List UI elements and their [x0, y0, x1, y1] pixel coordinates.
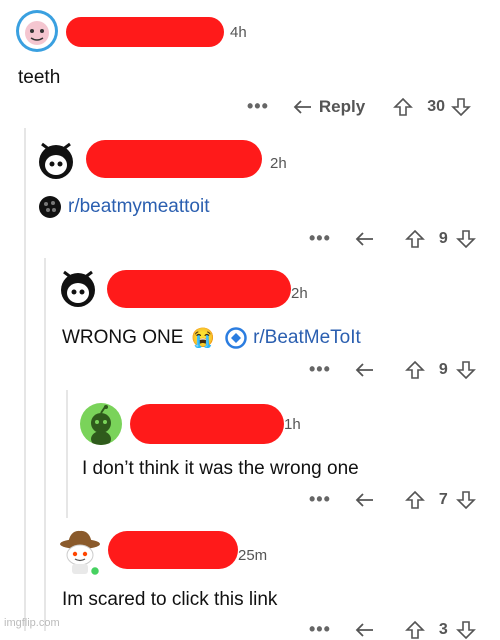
subreddit-icon	[225, 327, 247, 349]
comment-actions: ••• 7	[309, 489, 476, 510]
reply-button[interactable]: Reply	[293, 97, 365, 117]
reply-icon[interactable]	[355, 492, 375, 508]
comment-text: WRONG ONE	[62, 327, 184, 348]
downvote-icon[interactable]	[455, 229, 476, 249]
vote-count: 9	[438, 360, 448, 378]
crying-emoji: 😭	[191, 328, 216, 349]
comment-text: teeth	[18, 67, 61, 88]
downvote-icon[interactable]	[455, 490, 476, 510]
avatar[interactable]	[80, 403, 122, 445]
watermark: imgflip.com	[4, 617, 60, 629]
downvote-icon[interactable]	[455, 360, 476, 380]
more-options-icon[interactable]: •••	[247, 96, 269, 117]
upvote-icon[interactable]	[404, 490, 425, 510]
upvote-icon[interactable]	[404, 229, 425, 249]
timestamp: 4h	[230, 24, 247, 41]
more-options-icon[interactable]: •••	[309, 619, 331, 640]
avatar[interactable]	[58, 528, 102, 576]
redacted-username	[130, 404, 284, 444]
redacted-username	[108, 531, 238, 569]
reply-icon[interactable]	[355, 622, 375, 638]
reply-label: Reply	[318, 96, 366, 116]
redacted-username	[66, 17, 224, 47]
avatar[interactable]	[58, 266, 98, 310]
comment-actions: ••• 9	[309, 228, 476, 249]
more-options-icon[interactable]: •••	[309, 228, 331, 249]
thread-line	[44, 258, 46, 631]
subreddit-link-text: r/BeatMeToIt	[253, 327, 361, 348]
upvote-icon[interactable]	[404, 620, 425, 640]
comment-actions: ••• 9	[309, 359, 476, 380]
reply-icon	[293, 99, 311, 114]
downvote-icon[interactable]	[451, 97, 471, 117]
reply-icon[interactable]	[355, 231, 375, 247]
reply-icon[interactable]	[355, 362, 375, 378]
comment-text: I don’t think it was the wrong one	[82, 458, 359, 479]
avatar[interactable]	[16, 10, 58, 52]
vote-count: 30	[427, 97, 445, 115]
vote-count: 3	[438, 620, 448, 638]
upvote-icon[interactable]	[393, 97, 414, 117]
thread-line	[66, 390, 68, 518]
subreddit-link[interactable]: r/beatmymeattoit	[38, 195, 210, 219]
comment-actions: ••• Reply 30	[247, 96, 471, 117]
subreddit-link[interactable]: r/BeatMeToIt	[225, 327, 361, 349]
upvote-icon[interactable]	[404, 360, 425, 380]
timestamp: 2h	[270, 155, 287, 172]
comment-text: Im scared to click this link	[62, 589, 278, 610]
more-options-icon[interactable]: •••	[309, 489, 331, 510]
redacted-username	[107, 270, 291, 308]
timestamp: 25m	[238, 547, 268, 564]
avatar[interactable]	[36, 138, 76, 182]
vote-count: 9	[438, 229, 448, 247]
redacted-username	[86, 140, 262, 178]
thread-line	[24, 128, 26, 631]
downvote-icon[interactable]	[455, 620, 476, 640]
timestamp: 2h	[291, 285, 308, 302]
timestamp: 1h	[284, 416, 301, 433]
comment-text-row: WRONG ONE 😭 r/BeatMeToIt	[62, 326, 361, 350]
vote-count: 7	[438, 490, 448, 508]
more-options-icon[interactable]: •••	[309, 359, 331, 380]
subreddit-icon	[39, 196, 61, 218]
subreddit-link-text: r/beatmymeattoit	[68, 196, 210, 217]
comment-actions: ••• 3	[309, 619, 476, 640]
